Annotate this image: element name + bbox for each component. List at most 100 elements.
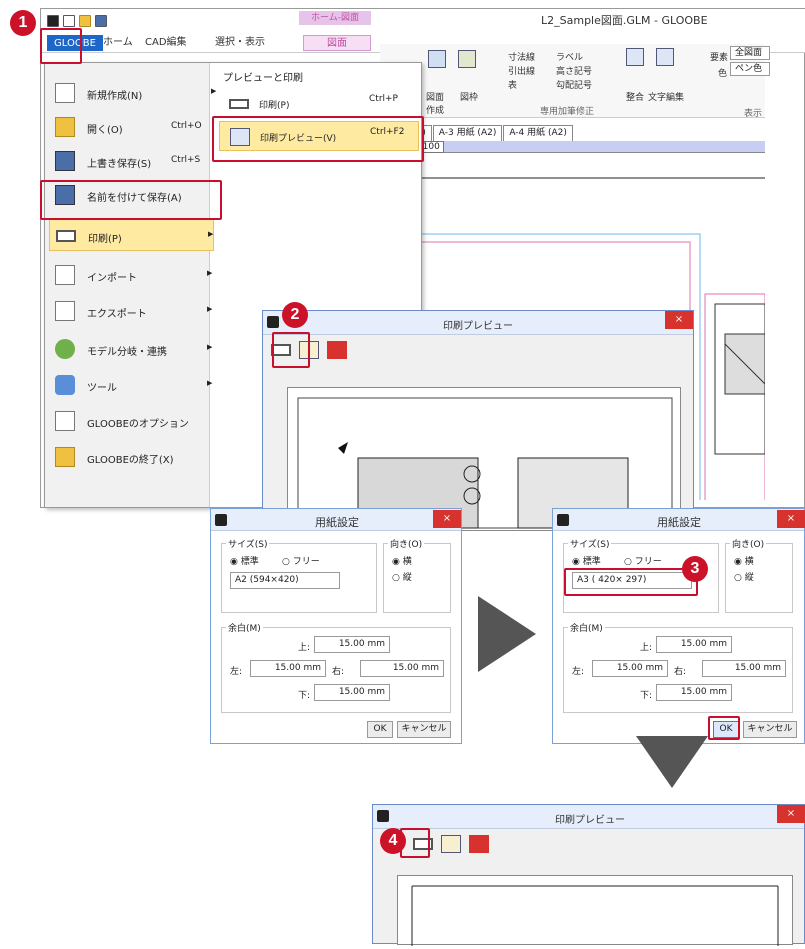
open-folder-icon[interactable]: [79, 15, 91, 27]
app-logo-icon: [557, 514, 569, 526]
height-mark-button[interactable]: 高さ記号: [556, 64, 592, 77]
slope-mark-button[interactable]: 勾配記号: [556, 78, 592, 91]
margin-left-field[interactable]: 15.00 mm: [592, 660, 668, 677]
tab-select-view[interactable]: 選択・表示: [209, 35, 271, 51]
margin-top-field[interactable]: 15.00 mm: [314, 636, 390, 653]
radio-standard-selected[interactable]: ◉ 標準: [572, 554, 601, 567]
text-edit-label[interactable]: 文字編集: [648, 90, 684, 103]
tab-cad-edit[interactable]: CAD編集: [139, 35, 193, 51]
page-setup-icon[interactable]: [441, 835, 461, 853]
cancel-button[interactable]: キャンセル: [743, 721, 797, 738]
consistency-icon[interactable]: [626, 48, 644, 66]
unit: mm: [367, 639, 385, 649]
margin-value: 15.00: [338, 687, 365, 697]
orientation-group: 向き(O) ◉ 横 ○ 縦: [383, 537, 451, 613]
radio-free[interactable]: ○ フリー: [282, 554, 320, 567]
close-button[interactable]: ×: [777, 510, 805, 528]
menu-item-open[interactable]: 開く(O) Ctrl+O: [49, 111, 214, 143]
close-preview-icon[interactable]: [327, 341, 347, 359]
menu-item-shortcut: Ctrl+S: [171, 155, 201, 165]
left-label: 左:: [572, 667, 585, 677]
radio-portrait[interactable]: ○ 縦: [734, 570, 754, 583]
margin-left-field[interactable]: 15.00 mm: [250, 660, 326, 677]
highlight-preview-item: [212, 116, 424, 162]
print-preview-window-2: 印刷プレビュー ×: [372, 804, 805, 946]
paper-size-select[interactable]: A2 (594×420): [230, 572, 340, 589]
ribbon-group-label: 専用加筆修正: [540, 107, 595, 117]
menu-item-options[interactable]: GLOOBEのオプション: [49, 405, 214, 437]
margin-group: 余白(M) 上: 15.00 mm 左: 15.00 mm 右: 15.00 m…: [221, 621, 451, 713]
margin-bottom-field[interactable]: 15.00 mm: [314, 684, 390, 701]
save-icon[interactable]: [95, 15, 107, 27]
menu-item-print[interactable]: 印刷(P) ▶: [49, 219, 214, 251]
radio-label: 横: [744, 557, 754, 567]
submenu-arrow-icon: ▶: [207, 343, 213, 351]
color-select[interactable]: ペン色: [730, 62, 770, 76]
margin-top-field[interactable]: 15.00 mm: [656, 636, 732, 653]
radio-standard-selected[interactable]: ◉ 標準: [230, 554, 259, 567]
menu-item-save[interactable]: 上書き保存(S) Ctrl+S: [49, 145, 214, 177]
frame-label[interactable]: 図枠: [460, 90, 478, 103]
label-button[interactable]: ラベル: [556, 50, 583, 63]
submenu-item-print[interactable]: 印刷(P) Ctrl+P: [219, 89, 419, 119]
tab-home[interactable]: ホーム: [97, 35, 139, 51]
margin-bottom-field[interactable]: 15.00 mm: [656, 684, 732, 701]
menu-item-export[interactable]: エクスポート ▶: [49, 295, 214, 327]
margin-right-field[interactable]: 15.00 mm: [702, 660, 786, 677]
orientation-group-label: 向き(O): [730, 537, 767, 550]
sheet-tab[interactable]: A-3 用紙 (A2): [432, 125, 503, 141]
submenu-item-label: 印刷(P): [259, 101, 290, 111]
close-button[interactable]: ×: [777, 805, 805, 823]
context-tab-label: ホーム-図面: [299, 11, 371, 25]
dialog-titlebar: 用紙設定 ×: [211, 509, 461, 531]
submenu-item-shortcut: Ctrl+P: [369, 94, 398, 104]
submenu-arrow-icon: ▶: [208, 230, 214, 238]
frame-icon[interactable]: [458, 50, 476, 68]
table-button[interactable]: 表: [508, 78, 517, 91]
text-edit-icon[interactable]: [656, 48, 674, 66]
new-file-icon[interactable]: [63, 15, 75, 27]
margin-value: 15.00: [680, 639, 707, 649]
new-file-icon: [55, 83, 75, 103]
menu-item-exit[interactable]: GLOOBEの終了(X): [49, 441, 214, 473]
close-button[interactable]: ×: [665, 311, 693, 329]
element-label: 要素: [710, 53, 729, 63]
highlight-page-setup-button: [272, 332, 310, 368]
dimension-line-button[interactable]: 寸法線: [508, 50, 535, 63]
exit-folder-icon: [55, 447, 75, 467]
step-3-badge: 3: [682, 556, 708, 582]
display-group-label: 表示: [744, 109, 763, 119]
close-preview-icon[interactable]: [469, 835, 489, 853]
menu-item-new[interactable]: 新規作成(N) ▶: [49, 77, 216, 109]
view-label-bar: 配置図 1/100: [380, 141, 765, 153]
orientation-group: 向き(O) ◉ 横 ○ 縦: [725, 537, 793, 613]
radio-portrait[interactable]: ○ 縦: [392, 570, 412, 583]
sheet-tab[interactable]: A-4 用紙 (A2): [503, 125, 573, 141]
radio-landscape-selected[interactable]: ◉ 横: [734, 554, 754, 567]
menu-item-import[interactable]: インポート ▶: [49, 259, 214, 291]
tab-drawing[interactable]: 図面: [303, 35, 371, 51]
margin-group: 余白(M) 上: 15.00 mm 左: 15.00 mm 右: 15.00 m…: [563, 621, 793, 713]
size-group: サイズ(S) ◉ 標準 ○ フリー A2 (594×420): [221, 537, 377, 613]
left-label: 左:: [230, 667, 243, 677]
radio-label: フリー: [634, 557, 662, 567]
menu-item-label: 新規作成(N): [87, 91, 143, 102]
consistency-label[interactable]: 整合: [626, 90, 644, 103]
drawing-create-icon[interactable]: [428, 50, 446, 68]
radio-free[interactable]: ○ フリー: [624, 554, 662, 567]
drawing-create-label[interactable]: 図面 作成: [426, 90, 444, 116]
radio-landscape-selected[interactable]: ◉ 横: [392, 554, 412, 567]
cancel-button[interactable]: キャンセル: [397, 721, 451, 738]
menu-item-tools[interactable]: ツール ▶: [49, 369, 214, 401]
element-select[interactable]: 全図面: [730, 46, 770, 60]
step-4-badge: 4: [380, 828, 406, 854]
ok-button[interactable]: OK: [367, 721, 393, 738]
close-button[interactable]: ×: [433, 510, 461, 528]
bottom-label: 下:: [298, 691, 311, 701]
menu-item-model-branch[interactable]: モデル分岐・連携 ▶: [49, 333, 214, 365]
leader-line-button[interactable]: 引出線: [508, 64, 535, 77]
title-bar: ホーム-図面 L2_Sample図面.GLM - GLOOBE: [41, 9, 805, 35]
unit: mm: [709, 687, 727, 697]
app-logo-icon: [267, 316, 279, 328]
margin-right-field[interactable]: 15.00 mm: [360, 660, 444, 677]
